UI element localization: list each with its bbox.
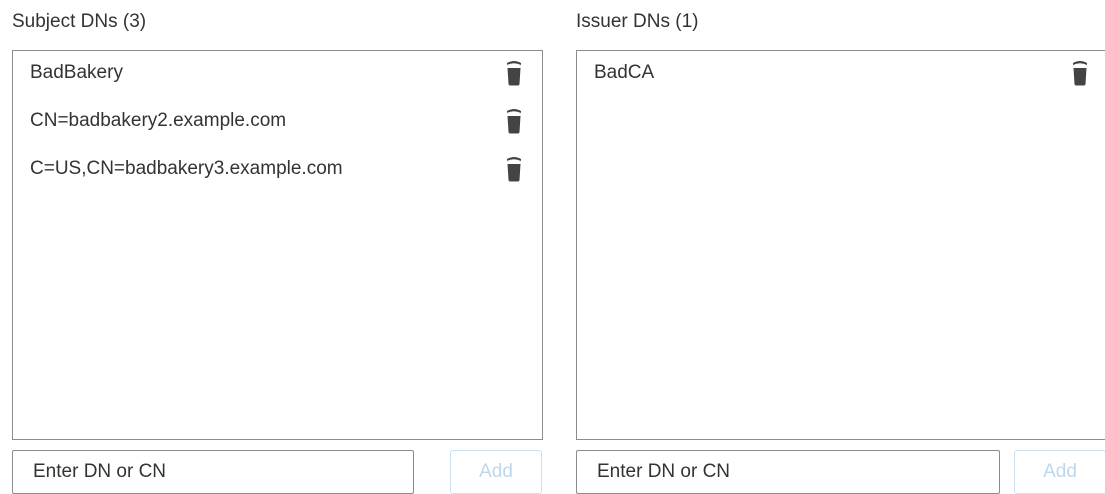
trash-icon[interactable] <box>505 60 523 86</box>
subject-add-button[interactable]: Add <box>450 450 542 494</box>
trash-icon[interactable] <box>1071 60 1089 86</box>
issuer-add-button[interactable]: Add <box>1014 450 1105 494</box>
subject-dn-label: CN=badbakery2.example.com <box>30 110 287 131</box>
issuer-dns-panel: Issuer DNs (1) BadCA Add <box>576 0 1105 494</box>
trash-icon[interactable] <box>505 108 523 134</box>
subject-dn-input[interactable] <box>12 450 414 494</box>
issuer-dns-title: Issuer DNs (1) <box>576 11 699 32</box>
subject-dn-label: BadBakery <box>30 62 123 83</box>
list-item[interactable]: BadCA <box>577 51 1105 91</box>
list-item[interactable]: CN=badbakery2.example.com <box>13 99 542 139</box>
list-item[interactable]: C=US,CN=badbakery3.example.com <box>13 147 542 187</box>
issuer-dn-label: BadCA <box>594 62 655 83</box>
subject-dn-label: C=US,CN=badbakery3.example.com <box>30 158 343 179</box>
list-item[interactable]: BadBakery <box>13 51 542 91</box>
subject-dns-list[interactable]: BadBakery CN=badbakery2.example.com C=US… <box>12 50 543 440</box>
trash-icon[interactable] <box>505 156 523 182</box>
subject-dns-panel: Subject DNs (3) BadBakery CN=badbakery2.… <box>12 0 543 494</box>
subject-dns-title: Subject DNs (3) <box>12 11 147 32</box>
issuer-dn-input[interactable] <box>576 450 1000 494</box>
issuer-dns-list[interactable]: BadCA <box>576 50 1105 440</box>
